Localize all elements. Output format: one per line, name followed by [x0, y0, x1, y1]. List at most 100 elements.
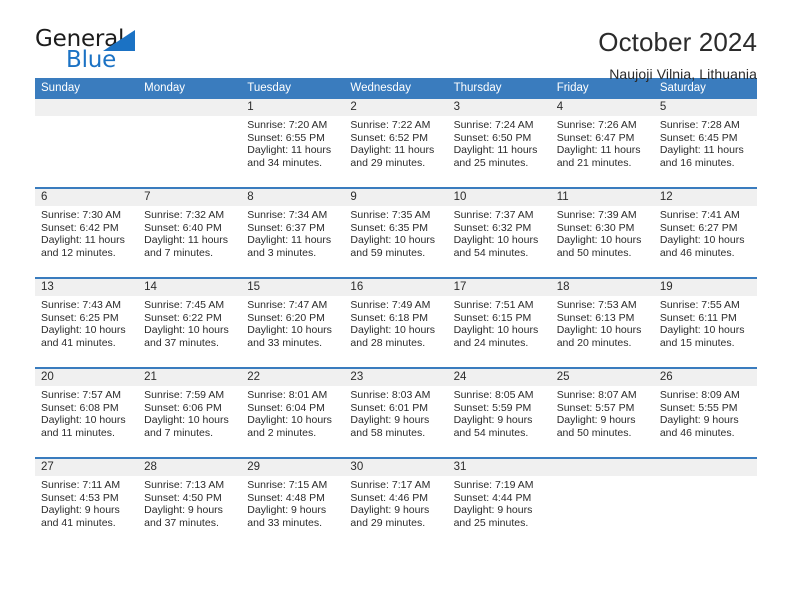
day-cell[interactable]: Sunrise: 7:11 AM Sunset: 4:53 PM Daylight:… [35, 476, 138, 547]
day-detail-line: Sunrise: 7:45 AM [144, 299, 225, 311]
day-number[interactable]: 26 [654, 369, 757, 386]
day-cell[interactable]: Sunrise: 8:07 AM Sunset: 5:57 PM Daylight:… [551, 386, 654, 457]
day-cell[interactable]: Sunrise: 7:13 AM Sunset: 4:50 PM Daylight:… [138, 476, 241, 547]
calendar-week-row: 6 7 8 9 10 11 12 Sunrise: 7:30 AM Sunset: 6:42 P… [35, 187, 757, 277]
day-number[interactable]: 18 [551, 279, 654, 296]
day-number[interactable]: 14 [138, 279, 241, 296]
day-detail-line: Daylight: 10 hours [556, 324, 642, 337]
day-detail-line: and 11 minutes. [41, 426, 115, 439]
day-number[interactable]: 2 [344, 99, 447, 116]
day-cell[interactable]: Sunrise: 7:19 AM Sunset: 4:44 PM Daylight:… [448, 476, 551, 547]
day-cell[interactable]: Sunrise: 7:17 AM Sunset: 4:46 PM Daylight:… [344, 476, 447, 547]
day-cell[interactable]: Sunrise: 7:53 AM Sunset: 6:13 PM Daylight:… [551, 296, 654, 367]
calendar-grid: Sunday Monday Tuesday Wednesday Thursday Frid… [35, 78, 757, 547]
day-detail-line: Sunset: 6:15 PM [453, 311, 532, 324]
day-number[interactable]: 5 [654, 99, 757, 116]
day-detail-line: Sunset: 6:32 PM [453, 221, 532, 234]
day-detail-line: and 25 minutes. [453, 516, 529, 529]
day-cell[interactable]: Sunrise: 7:39 AM Sunset: 6:30 PM Daylight:… [551, 206, 654, 277]
day-cell[interactable]: Sunrise: 7:22 AM Sunset: 6:52 PM Daylight:… [344, 116, 447, 187]
day-detail-line: Sunrise: 7:28 AM [659, 119, 740, 131]
title-block: October 2024 Naujoji Vilnia, Lithuania [598, 28, 757, 82]
day-detail-line: and 29 minutes. [350, 516, 426, 529]
day-cell[interactable]: Sunrise: 7:34 AM Sunset: 6:37 PM Daylight:… [241, 206, 344, 277]
day-detail-line: Sunset: 6:20 PM [247, 311, 325, 324]
day-detail-line: Sunset: 6:52 PM [350, 131, 429, 144]
day-number[interactable]: 24 [448, 369, 551, 386]
day-number[interactable]: 4 [551, 99, 654, 116]
day-number[interactable]: 27 [35, 459, 138, 476]
day-detail-line: Sunset: 6:40 PM [144, 221, 222, 234]
day-detail-line: and 46 minutes. [659, 246, 735, 259]
day-number[interactable]: 20 [35, 369, 138, 386]
day-detail-line: Daylight: 10 hours [247, 414, 332, 427]
day-cell[interactable]: Sunrise: 7:55 AM Sunset: 6:11 PM Daylight:… [654, 296, 757, 367]
day-detail-line: and 50 minutes. [556, 426, 632, 439]
day-number[interactable]: 25 [551, 369, 654, 386]
day-cell[interactable]: Sunrise: 7:51 AM Sunset: 6:15 PM Daylight:… [448, 296, 551, 367]
day-cell[interactable]: Sunrise: 7:43 AM Sunset: 6:25 PM Daylight:… [35, 296, 138, 367]
day-cell[interactable]: Sunrise: 7:24 AM Sunset: 6:50 PM Daylight:… [448, 116, 551, 187]
day-cell[interactable]: Sunrise: 7:57 AM Sunset: 6:08 PM Daylight:… [35, 386, 138, 457]
day-detail-line: and 29 minutes. [350, 156, 426, 169]
day-number[interactable]: 8 [241, 189, 344, 206]
day-number[interactable]: 9 [344, 189, 447, 206]
day-number[interactable]: 11 [551, 189, 654, 206]
day-cell[interactable]: Sunrise: 7:45 AM Sunset: 6:22 PM Daylight:… [138, 296, 241, 367]
day-cell[interactable]: Sunrise: 7:59 AM Sunset: 6:06 PM Daylight:… [138, 386, 241, 457]
day-detail-line: and 21 minutes. [556, 156, 632, 169]
calendar-week-row: 20 21 22 23 24 25 26 Sunrise: 7:57 AM Sunset: 6:… [35, 367, 757, 457]
brand-name-blue: Blue [66, 47, 117, 73]
day-number-band: 12345 [35, 99, 757, 116]
day-number[interactable]: 16 [344, 279, 447, 296]
day-cell[interactable]: Sunrise: 7:37 AM Sunset: 6:32 PM Daylight:… [448, 206, 551, 277]
day-number[interactable]: 22 [241, 369, 344, 386]
day-cell[interactable]: Sunrise: 7:32 AM Sunset: 6:40 PM Daylight:… [138, 206, 241, 277]
day-number[interactable]: 19 [654, 279, 757, 296]
day-number[interactable]: 21 [138, 369, 241, 386]
day-number-band: 20 21 22 23 24 25 26 [35, 369, 757, 386]
day-cell[interactable]: Sunrise: 7:26 AM Sunset: 6:47 PM Daylight:… [551, 116, 654, 187]
day-cell[interactable]: Sunrise: 7:30 AM Sunset: 6:42 PM Daylight:… [35, 206, 138, 277]
day-cell[interactable]: Sunrise: 7:47 AM Sunset: 6:20 PM Daylight:… [241, 296, 344, 367]
day-number[interactable]: 29 [241, 459, 344, 476]
day-number[interactable]: 1 [241, 99, 344, 116]
day-number[interactable]: 12 [654, 189, 757, 206]
day-number[interactable]: 6 [35, 189, 138, 206]
day-detail-line: Sunset: 6:13 PM [556, 311, 635, 324]
day-detail-line: Sunrise: 7:57 AM [41, 389, 121, 401]
day-cell[interactable]: Sunrise: 7:15 AM Sunset: 4:48 PM Daylight:… [241, 476, 344, 547]
day-detail-band: Sunrise: 7:43 AM Sunset: 6:25 PM Daylight:… [35, 296, 757, 367]
day-cell[interactable]: Sunrise: 8:03 AM Sunset: 6:01 PM Daylight:… [344, 386, 447, 457]
day-detail-line: and 3 minutes. [247, 246, 317, 259]
day-cell[interactable]: Sunrise: 7:20 AM Sunset: 6:55 PM Daylight:… [241, 116, 344, 187]
day-number[interactable]: 7 [138, 189, 241, 206]
day-number[interactable]: 13 [35, 279, 138, 296]
day-detail-line: Sunset: 6:35 PM [350, 221, 429, 234]
day-detail-line: Daylight: 11 hours [659, 144, 744, 157]
day-cell[interactable]: Sunrise: 8:01 AM Sunset: 6:04 PM Daylight:… [241, 386, 344, 457]
day-cell[interactable]: Sunrise: 8:09 AM Sunset: 5:55 PM Daylight:… [654, 386, 757, 457]
day-cell[interactable]: Sunrise: 8:05 AM Sunset: 5:59 PM Daylight:… [448, 386, 551, 457]
day-detail-line: Daylight: 10 hours [453, 324, 539, 337]
day-detail-line: Sunset: 5:55 PM [659, 401, 738, 414]
brand-logo[interactable]: General Blue [35, 28, 185, 76]
day-number[interactable]: 30 [344, 459, 447, 476]
day-number[interactable]: 31 [448, 459, 551, 476]
day-cell[interactable]: Sunrise: 7:28 AM Sunset: 6:45 PM Daylight:… [654, 116, 757, 187]
day-number[interactable]: 15 [241, 279, 344, 296]
day-cell[interactable]: Sunrise: 7:35 AM Sunset: 6:35 PM Daylight:… [344, 206, 447, 277]
day-cell-empty [35, 116, 138, 187]
day-number[interactable]: 10 [448, 189, 551, 206]
day-number[interactable]: 28 [138, 459, 241, 476]
day-number[interactable]: 23 [344, 369, 447, 386]
day-detail-line: and 58 minutes. [350, 426, 426, 439]
day-detail-line: Daylight: 11 hours [556, 144, 641, 157]
day-detail-line: Sunset: 6:06 PM [144, 401, 222, 414]
day-number[interactable]: 17 [448, 279, 551, 296]
day-cell[interactable]: Sunrise: 7:41 AM Sunset: 6:27 PM Daylight:… [654, 206, 757, 277]
day-detail-line: Daylight: 10 hours [41, 324, 126, 337]
day-cell[interactable]: Sunrise: 7:49 AM Sunset: 6:18 PM Daylight:… [344, 296, 447, 367]
day-number[interactable]: 3 [448, 99, 551, 116]
day-detail-line: Daylight: 10 hours [659, 324, 745, 337]
